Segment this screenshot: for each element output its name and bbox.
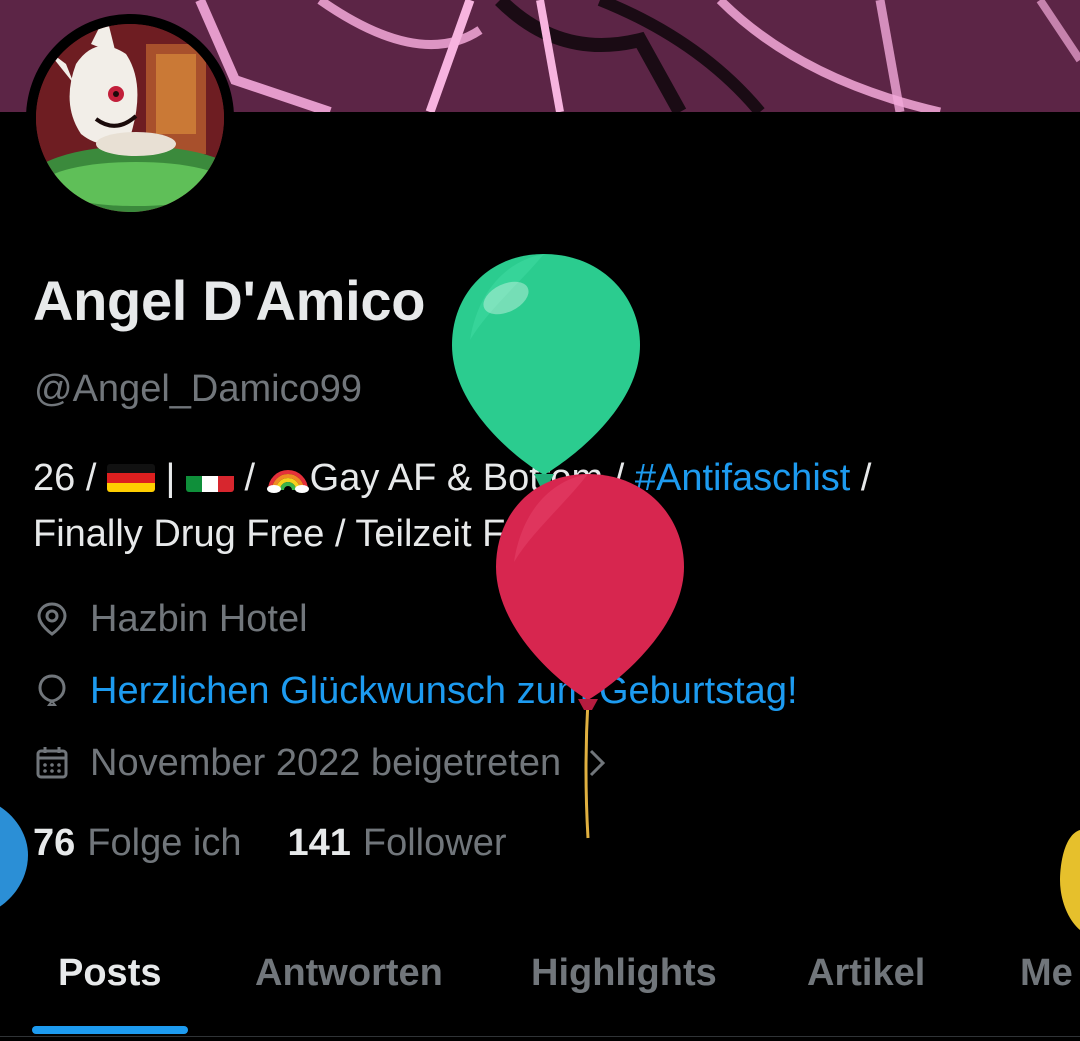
profile-tabs: Posts Antworten Highlights Artikel Me: [0, 940, 1080, 1040]
bio-text: 26 /: [33, 457, 107, 499]
display-name: Angel D'Amico: [33, 269, 426, 332]
red-balloon-decoration: [496, 474, 684, 839]
tab-artikel[interactable]: Artikel: [807, 952, 925, 995]
location-text: Hazbin Hotel: [90, 597, 308, 640]
bio-text: /: [233, 457, 266, 499]
balloon-icon: [38, 674, 66, 706]
location-row: Hazbin Hotel: [34, 594, 308, 644]
followers-label: Follower: [362, 822, 507, 864]
avatar[interactable]: [26, 14, 234, 222]
follow-stats: 76 Folge ich 141 Follower: [33, 822, 553, 865]
yellow-balloon-decoration: [1060, 830, 1080, 930]
tabs-divider: [0, 1036, 1080, 1037]
following-count: 76: [33, 822, 76, 864]
tab-antworten[interactable]: Antworten: [255, 952, 443, 995]
blue-balloon-decoration: [0, 806, 28, 907]
germany-flag-icon: [106, 464, 155, 492]
user-handle: @Angel_Damico99: [34, 368, 362, 410]
tab-highlights[interactable]: Highlights: [531, 952, 717, 995]
bio-text: |: [154, 457, 186, 499]
active-tab-indicator: [32, 1026, 188, 1034]
location-pin-icon: [37, 602, 67, 636]
italy-flag-icon: [185, 464, 234, 492]
tab-posts[interactable]: Posts: [58, 952, 161, 995]
followers-count: 141: [287, 822, 351, 864]
following-label: Folge ich: [87, 822, 242, 864]
calendar-icon: [36, 747, 68, 779]
following-link[interactable]: 76 Folge ich: [33, 822, 241, 865]
rainbow-icon: [266, 470, 309, 493]
birthday-link[interactable]: Herzlichen Glückwunsch zum Geburtstag!: [90, 670, 798, 713]
joined-text: November 2022 beigetreten: [90, 741, 562, 784]
followers-link[interactable]: 141 Follower: [287, 822, 506, 865]
bio-text: /: [850, 457, 872, 499]
tab-media[interactable]: Me: [1020, 952, 1073, 995]
avatar-image: [36, 24, 224, 212]
